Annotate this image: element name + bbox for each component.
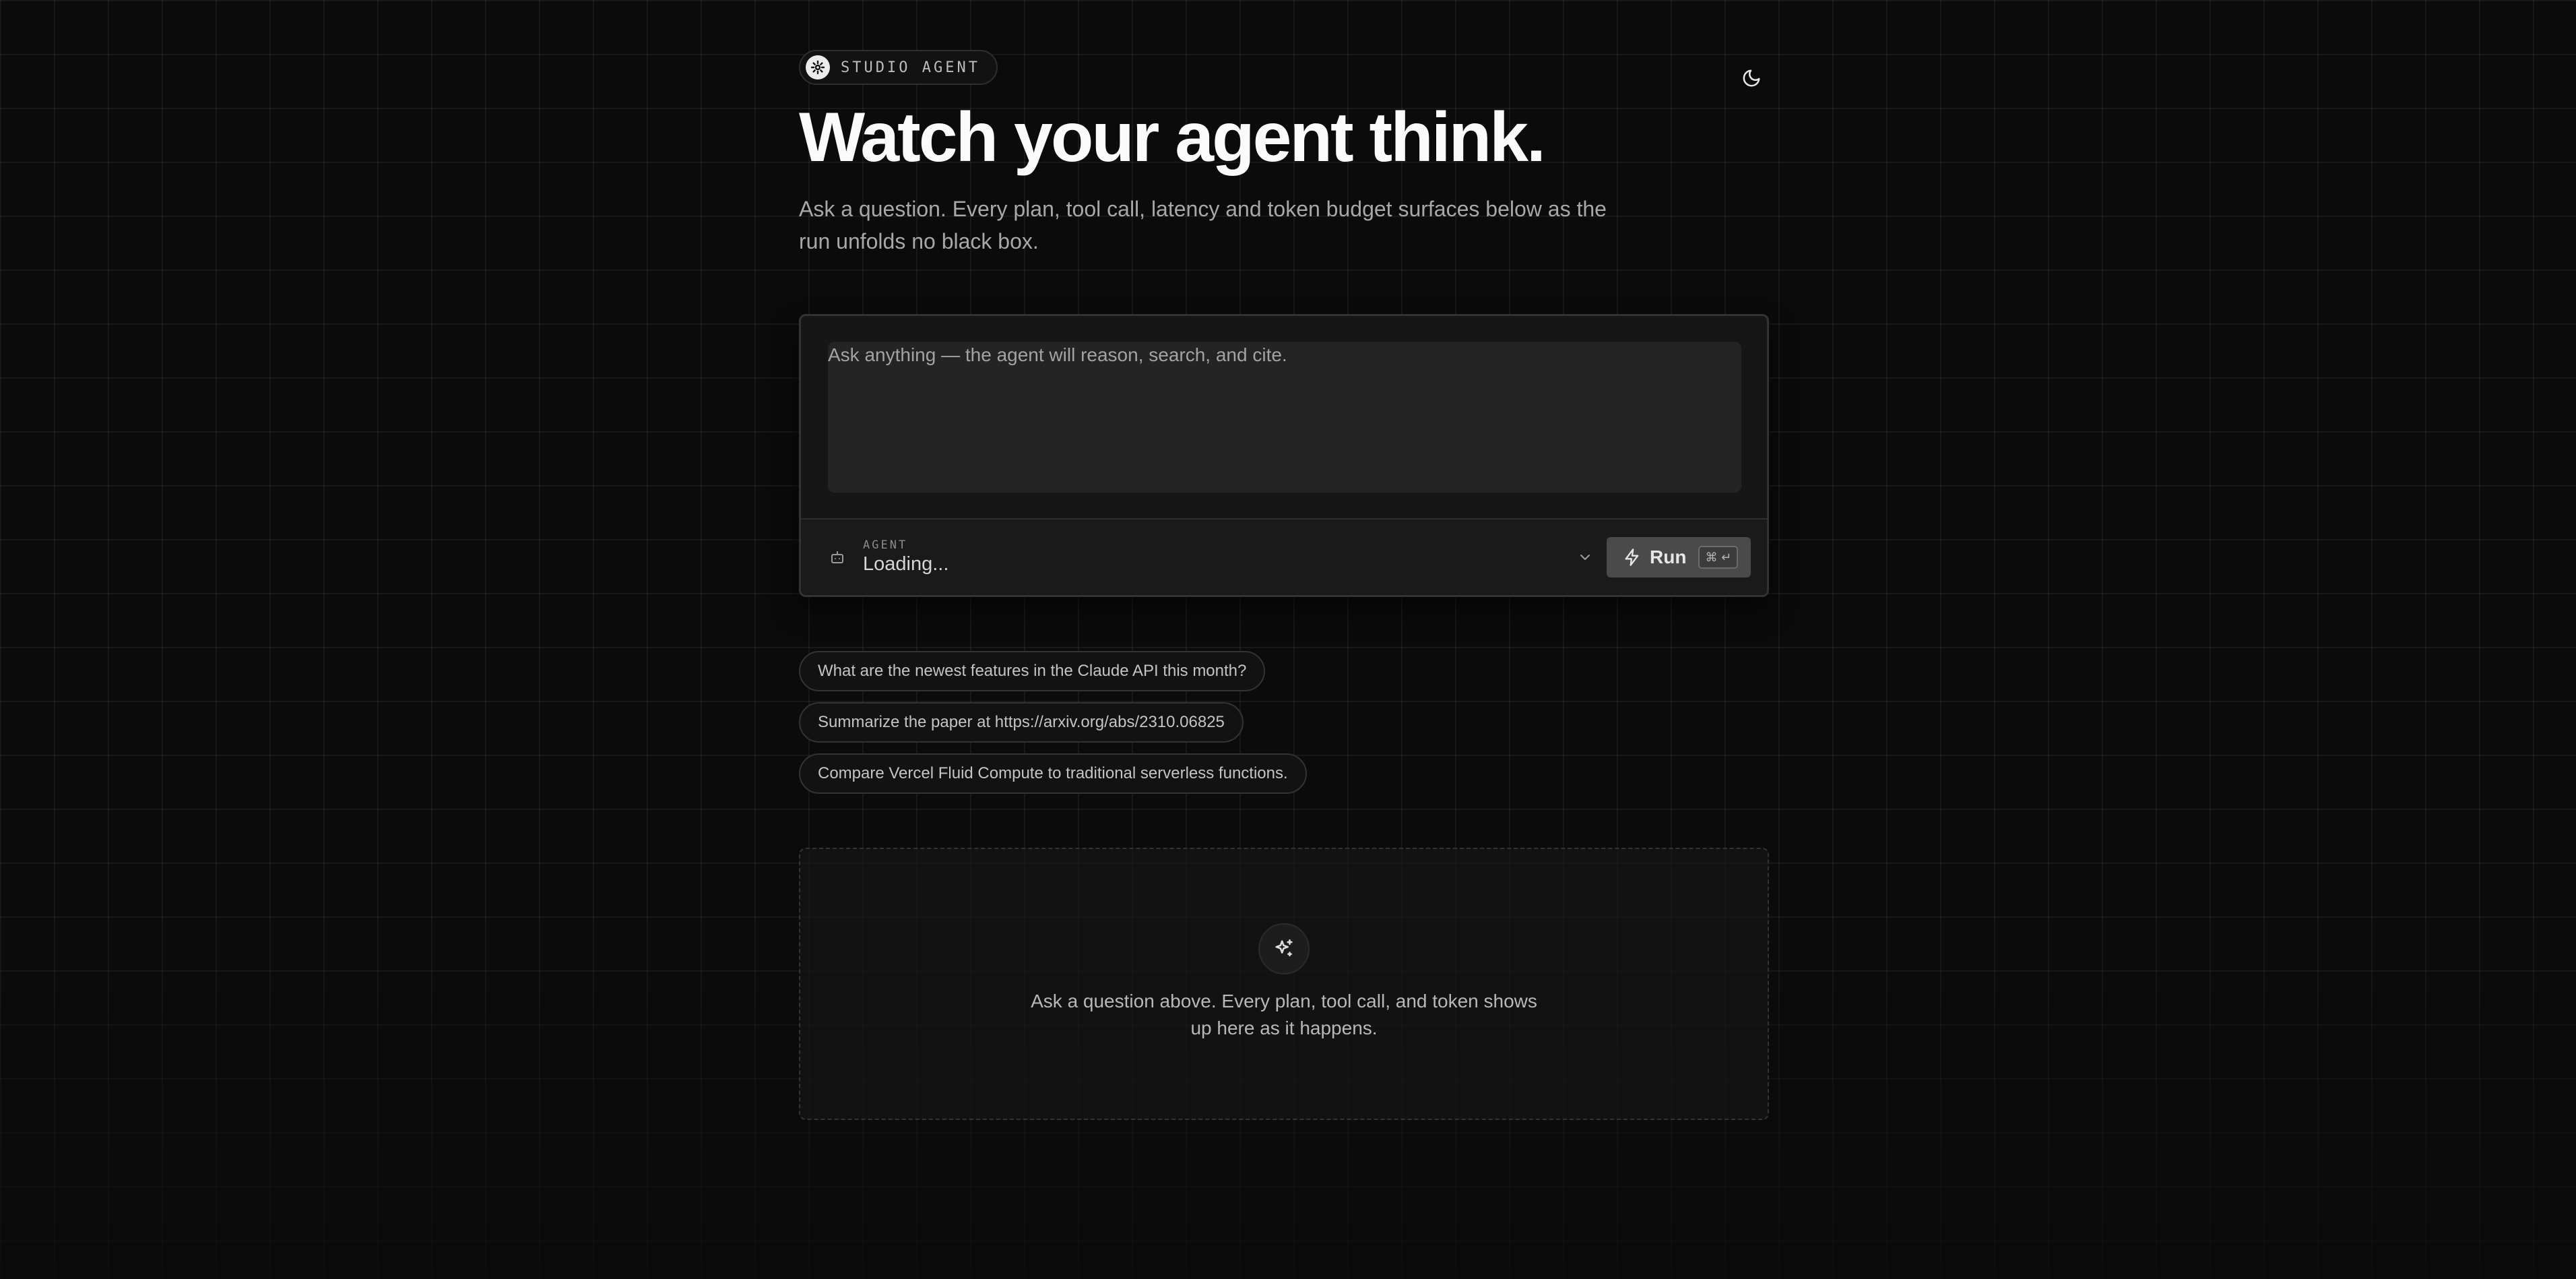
suggestion-chip[interactable]: Summarize the paper at https://arxiv.org… bbox=[799, 702, 1244, 743]
prompt-input[interactable] bbox=[828, 342, 1741, 493]
bot-icon bbox=[828, 548, 847, 567]
agent-logo-icon bbox=[806, 55, 830, 80]
composer-footer: AGENT Loading... Run ⌘ ↵ bbox=[801, 520, 1767, 595]
sparkles-icon bbox=[1258, 923, 1310, 974]
empty-state-message: Ask a question above. Every plan, tool c… bbox=[1031, 991, 1537, 1038]
run-label: Run bbox=[1650, 547, 1687, 567]
moon-icon bbox=[1743, 69, 1760, 87]
suggestion-list: What are the newest features in the Clau… bbox=[799, 651, 1769, 794]
run-output-empty-state: Ask a question above. Every plan, tool c… bbox=[799, 848, 1769, 1120]
theme-toggle-button[interactable] bbox=[1733, 59, 1770, 97]
run-shortcut: ⌘ ↵ bbox=[1698, 546, 1739, 569]
suggestion-chip[interactable]: Compare Vercel Fluid Compute to traditio… bbox=[799, 753, 1307, 794]
chevron-down-icon bbox=[1576, 548, 1595, 567]
composer-panel: Ask anything — the agent will reason, se… bbox=[799, 314, 1769, 597]
badge-label: STUDIO AGENT bbox=[841, 59, 980, 76]
suggestion-chip[interactable]: What are the newest features in the Clau… bbox=[799, 651, 1266, 691]
main-content: STUDIO AGENT Watch your agent think. Ask… bbox=[799, 50, 1769, 1120]
agent-caption: AGENT bbox=[863, 538, 908, 552]
studio-agent-badge: STUDIO AGENT bbox=[799, 50, 998, 85]
agent-value: Loading... bbox=[863, 553, 949, 575]
agent-select[interactable]: AGENT Loading... bbox=[828, 537, 1704, 578]
page-subtitle: Ask a question. Every plan, tool call, l… bbox=[799, 197, 1607, 253]
run-button[interactable]: Run ⌘ ↵ bbox=[1607, 537, 1751, 578]
lightning-icon bbox=[1625, 549, 1639, 566]
page-title: Watch your agent think. bbox=[799, 98, 1546, 177]
